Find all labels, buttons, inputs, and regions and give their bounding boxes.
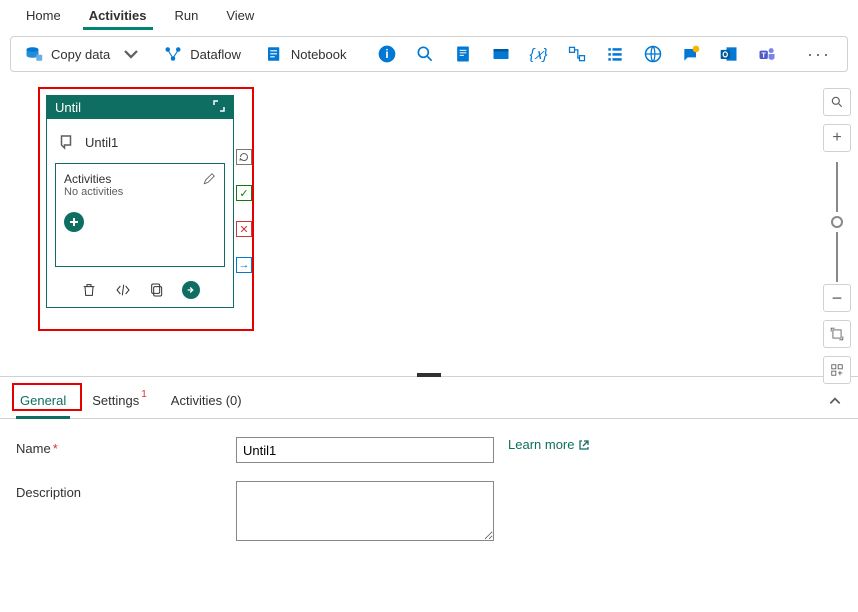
pipeline-icon[interactable]: [567, 44, 587, 64]
activities-box[interactable]: Activities No activities: [55, 163, 225, 267]
script-icon[interactable]: [453, 44, 473, 64]
expand-icon[interactable]: [213, 100, 225, 115]
notebook-label: Notebook: [291, 47, 347, 62]
tab-activities[interactable]: Activities (0): [167, 387, 246, 418]
chevron-down-icon: [122, 45, 140, 63]
teams-channel-icon[interactable]: [681, 44, 701, 64]
card-type: Until: [55, 100, 81, 115]
required-mark: *: [53, 441, 58, 456]
svg-text:T: T: [761, 50, 766, 59]
outlook-icon[interactable]: [719, 44, 739, 64]
until-card[interactable]: Until Until1 Activities No activi: [46, 95, 234, 308]
tab-settings-label: Settings: [92, 393, 139, 408]
general-form: Name* Learn more Description: [0, 419, 858, 599]
zoom-out-button[interactable]: −: [823, 284, 851, 312]
callout-box: Until Until1 Activities No activi: [38, 87, 254, 331]
activities-sub: No activities: [64, 186, 123, 198]
external-link-icon: [578, 439, 590, 451]
output-handles: ✓ ✕ →: [236, 149, 252, 273]
zoom-track[interactable]: [836, 162, 838, 212]
zoom-knob[interactable]: [831, 216, 843, 228]
learn-more-label: Learn more: [508, 437, 574, 452]
tab-settings[interactable]: Settings1: [88, 387, 149, 418]
settings-badge: 1: [141, 389, 147, 400]
card-name: Until1: [85, 135, 118, 150]
copy-data-button[interactable]: Copy data: [21, 43, 144, 65]
teams-icon[interactable]: T: [757, 44, 777, 64]
nav-run[interactable]: Run: [161, 0, 213, 29]
tab-general[interactable]: General: [16, 387, 70, 418]
variable-icon[interactable]: {𝑥}: [529, 44, 549, 64]
description-textarea[interactable]: [236, 481, 494, 541]
handle-fail[interactable]: ✕: [236, 221, 252, 237]
list-icon[interactable]: [605, 44, 625, 64]
stored-proc-icon[interactable]: [491, 44, 511, 64]
code-button[interactable]: [114, 281, 132, 299]
more-button[interactable]: ···: [801, 44, 837, 65]
canvas-rail: + −: [822, 88, 852, 392]
top-nav: Home Activities Run View: [0, 0, 858, 30]
clone-button[interactable]: [148, 281, 166, 299]
web-icon[interactable]: [643, 44, 663, 64]
delete-button[interactable]: [80, 281, 98, 299]
search-icon[interactable]: [415, 44, 435, 64]
toolbar-icon-row: i {𝑥} T: [377, 44, 786, 64]
properties-tabs: General Settings1 Activities (0): [0, 377, 858, 419]
zoom-track[interactable]: [836, 232, 838, 282]
fit-button[interactable]: [823, 320, 851, 348]
collapse-panel-button[interactable]: [828, 394, 842, 411]
add-activity-button[interactable]: [64, 212, 84, 232]
canvas[interactable]: Until Until1 Activities No activi: [0, 82, 858, 377]
run-button[interactable]: [182, 281, 200, 299]
nav-view[interactable]: View: [212, 0, 268, 29]
canvas-search-button[interactable]: [823, 88, 851, 116]
notebook-button[interactable]: Notebook: [261, 43, 351, 65]
zoom-in-button[interactable]: +: [823, 124, 851, 152]
handle-loop[interactable]: [236, 149, 252, 165]
nav-home[interactable]: Home: [12, 0, 75, 29]
handle-success[interactable]: ✓: [236, 185, 252, 201]
toolbar: Copy data Dataflow Notebook i {𝑥}: [10, 36, 848, 72]
pencil-icon[interactable]: [202, 172, 216, 189]
svg-text:i: i: [385, 48, 388, 61]
nav-activities[interactable]: Activities: [75, 0, 161, 29]
dataflow-button[interactable]: Dataflow: [160, 43, 245, 65]
info-icon[interactable]: i: [377, 44, 397, 64]
name-input[interactable]: [236, 437, 494, 463]
notebook-icon: [265, 45, 283, 63]
card-header[interactable]: Until: [47, 96, 233, 119]
until-icon: [57, 133, 75, 151]
database-icon: [25, 45, 43, 63]
dataflow-icon: [164, 45, 182, 63]
learn-more-link[interactable]: Learn more: [508, 437, 590, 452]
name-label: Name: [16, 441, 51, 456]
copy-data-label: Copy data: [51, 47, 110, 62]
description-label: Description: [16, 481, 236, 500]
dataflow-label: Dataflow: [190, 47, 241, 62]
handle-complete[interactable]: →: [236, 257, 252, 273]
activities-label: Activities: [64, 172, 123, 186]
